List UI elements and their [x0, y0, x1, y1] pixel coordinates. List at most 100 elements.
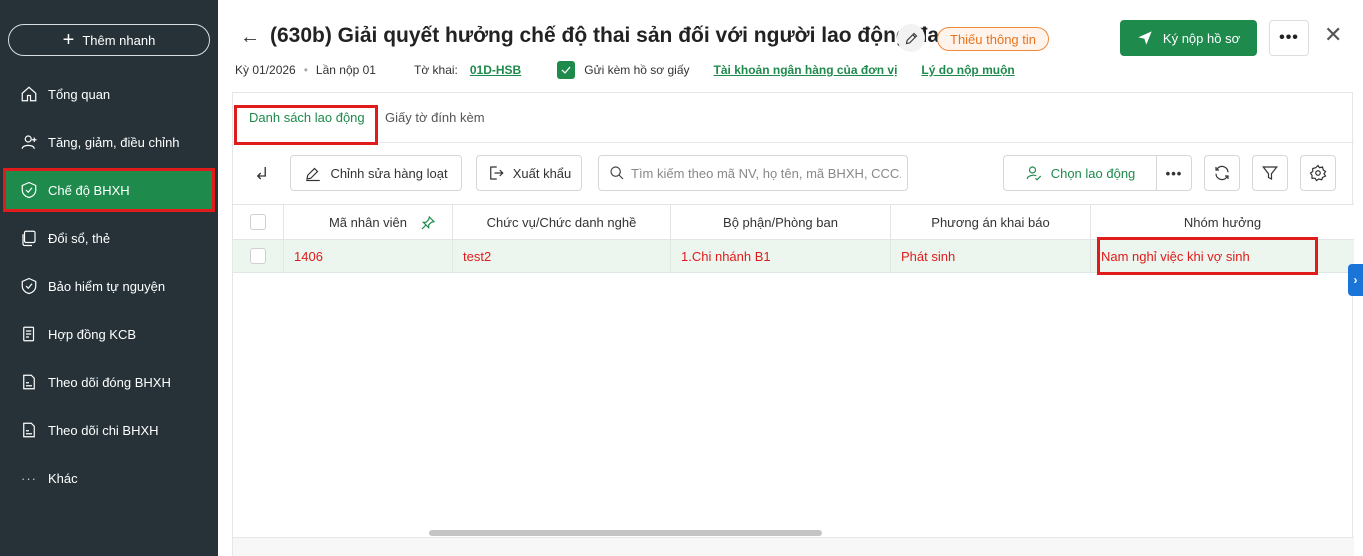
sidebar-item-label: Tăng, giảm, điều chỉnh [48, 134, 180, 150]
more-dots-icon: ··· [21, 470, 37, 486]
pencil-icon [905, 32, 917, 44]
column-header-label: Mã nhân viên [328, 214, 408, 230]
refresh-button[interactable] [1204, 155, 1240, 191]
submit-label: Ký nộp hồ sơ [1162, 30, 1241, 46]
filter-icon [1262, 166, 1278, 180]
column-header[interactable]: Bộ phận/Phòng ban [671, 205, 891, 239]
table-header: Mã nhân viên Chức vụ/Chức danh nghề Bộ p… [233, 204, 1354, 240]
tab-bar: Danh sách lao động Giấy tờ đính kèm [233, 93, 1354, 145]
submit-button[interactable]: Ký nộp hồ sơ [1120, 20, 1257, 56]
choose-employee-button[interactable]: Chọn lao động [1003, 155, 1157, 191]
shield-icon [20, 277, 38, 295]
edit-title-button[interactable] [897, 24, 925, 52]
bank-account-link[interactable]: Tài khoản ngân hàng của đơn vị [714, 63, 898, 77]
user-check-icon [1026, 166, 1041, 181]
form-code-link[interactable]: 01D-HSB [470, 63, 521, 77]
column-header-label: Phương án khai báo [931, 214, 1050, 230]
sidebar-item-overview[interactable]: Tổng quan [0, 70, 218, 118]
quick-add-label: Thêm nhanh [82, 32, 156, 48]
main-content: ← (630b) Giải quyết hưởng chế độ thai sả… [218, 0, 1363, 556]
separator-dot: • [303, 63, 308, 77]
search-input[interactable] [631, 165, 901, 181]
document-icon [20, 325, 38, 343]
sidebar-item-voluntary-insurance[interactable]: Bảo hiểm tự nguyện [0, 262, 218, 310]
tab-employee-list[interactable]: Danh sách lao động [249, 110, 365, 125]
form-label: Tờ khai: [413, 63, 458, 77]
bulk-edit-label: Chỉnh sửa hàng loạt [330, 165, 448, 181]
table-footer [233, 537, 1354, 556]
check-icon [561, 66, 571, 74]
close-icon[interactable]: ✕ [1324, 24, 1342, 46]
sidebar: + Thêm nhanh Tổng quan Tăng, giảm, điều … [0, 0, 218, 556]
send-paper-label: Gửi kèm hồ sơ giấy [584, 63, 690, 77]
column-header-label: Nhóm hưởng [1183, 214, 1262, 230]
sidebar-item-card-exchange[interactable]: Đổi sổ, thẻ [0, 214, 218, 262]
search-icon [610, 166, 624, 180]
select-all-checkbox[interactable] [250, 214, 266, 230]
gear-icon [1309, 164, 1327, 182]
sidebar-item-social-insurance-regime[interactable]: Chế độ BHXH [3, 168, 215, 212]
choose-employee-label: Chọn lao động [1050, 165, 1136, 181]
choose-more-button[interactable]: ••• [1156, 155, 1192, 191]
edit-icon [306, 167, 321, 182]
column-header[interactable]: Chức vụ/Chức danh nghề [453, 205, 671, 239]
sidebar-item-adjustments[interactable]: Tăng, giảm, điều chỉnh [0, 118, 218, 166]
sidebar-item-contribution-tracking[interactable]: Theo dõi đóng BHXH [0, 358, 218, 406]
row-checkbox[interactable] [250, 248, 266, 264]
sidebar-item-other[interactable]: ··· Khác [0, 454, 218, 502]
c8-document-icon [20, 421, 38, 439]
select-all-cell [233, 205, 284, 239]
send-paper-checkbox[interactable] [557, 61, 576, 79]
export-label: Xuất khẩu [512, 165, 572, 181]
period-text: Kỳ 01/2026 [235, 63, 296, 77]
cell-department: 1.Chi nhánh B1 [671, 240, 891, 272]
header-meta: Kỳ 01/2026 • Lần nộp 01 Tờ khai: 01D-HSB… [235, 61, 1015, 79]
tab-attachments[interactable]: Giấy tờ đính kèm [385, 110, 485, 125]
sidebar-item-kcb-contract[interactable]: Hợp đồng KCB [0, 310, 218, 358]
send-icon [1138, 31, 1152, 45]
column-header[interactable]: Mã nhân viên [284, 205, 453, 239]
filter-button[interactable] [1252, 155, 1288, 191]
page-header: ← (630b) Giải quyết hưởng chế độ thai sả… [218, 0, 1363, 90]
sidebar-item-label: Chế độ BHXH [48, 182, 130, 198]
cell-declaration-plan: Phát sinh [891, 240, 1091, 272]
sort-arrow-icon[interactable] [245, 155, 281, 191]
settings-button[interactable] [1300, 155, 1336, 191]
bulk-edit-button[interactable]: Chỉnh sửa hàng loạt [290, 155, 462, 191]
search-box [598, 155, 908, 191]
plus-icon: + [62, 29, 75, 51]
cards-icon [20, 229, 38, 247]
sidebar-item-label: Hợp đồng KCB [48, 326, 137, 342]
submission-text: Lần nộp 01 [315, 63, 376, 77]
column-header-label: Bộ phận/Phòng ban [723, 214, 838, 230]
toolbar: Chỉnh sửa hàng loạt Xuất khẩu Chọn lao đ… [233, 155, 1354, 191]
late-reason-link[interactable]: Lý do nộp muộn [921, 63, 1014, 77]
shield-check-icon [20, 181, 38, 199]
horizontal-scrollbar[interactable] [429, 530, 822, 536]
cell-position: test2 [453, 240, 671, 272]
content-panel: Danh sách lao động Giấy tờ đính kèm Chỉn… [232, 92, 1354, 556]
refresh-icon [1215, 165, 1229, 181]
chevron-right-icon: › [1353, 273, 1358, 287]
export-button[interactable]: Xuất khẩu [476, 155, 582, 191]
export-icon [489, 166, 504, 180]
cell-highlight-box [1097, 237, 1318, 275]
cell-employee-code: 1406 [284, 240, 453, 272]
status-badge: Thiếu thông tin [937, 27, 1050, 51]
expand-panel-button[interactable]: › [1348, 264, 1363, 296]
sidebar-nav: Tổng quan Tăng, giảm, điều chỉnh Chế độ … [0, 70, 218, 502]
user-icon [20, 133, 38, 151]
sidebar-item-label: Đổi sổ, thẻ [48, 230, 111, 246]
column-header-label: Chức vụ/Chức danh nghề [486, 214, 637, 230]
sidebar-item-label: Bảo hiểm tự nguyện [48, 278, 166, 294]
sidebar-item-payout-tracking[interactable]: Theo dõi chi BHXH [0, 406, 218, 454]
quick-add-button[interactable]: + Thêm nhanh [8, 24, 210, 56]
column-header[interactable]: Phương án khai báo [891, 205, 1091, 239]
home-icon [20, 85, 38, 103]
sidebar-item-label: Theo dõi chi BHXH [48, 422, 159, 438]
c12-document-icon [20, 373, 38, 391]
back-arrow-icon[interactable]: ← [240, 26, 260, 49]
header-more-button[interactable]: ••• [1269, 20, 1309, 56]
column-header[interactable]: Nhóm hưởng [1091, 205, 1354, 239]
pin-icon[interactable] [420, 215, 436, 231]
